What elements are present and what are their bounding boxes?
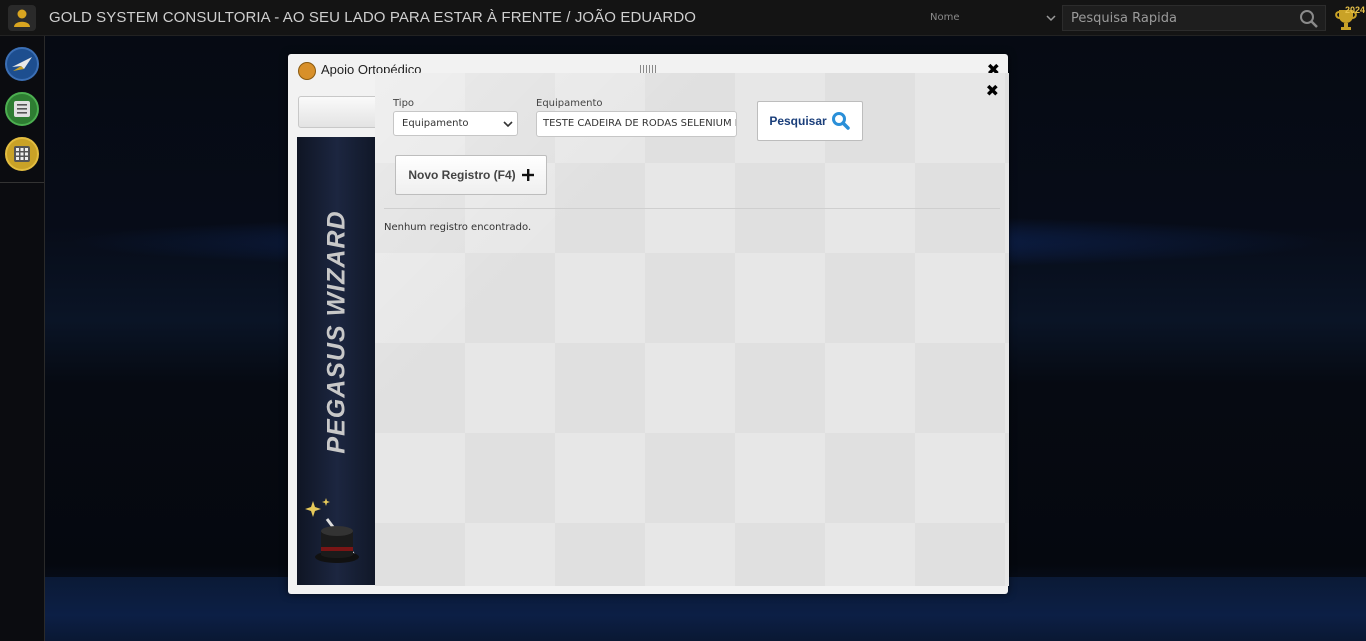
quick-search-placeholder: Pesquisa Rapida [1071, 11, 1177, 26]
sidebar-item-list[interactable] [5, 92, 39, 126]
search-dialog: ✖ Tipo Equipamento Equipamento TESTE CAD… [375, 73, 1009, 586]
equipamento-label: Equipamento [536, 98, 603, 109]
chevron-down-icon [503, 121, 513, 128]
plus-icon [521, 169, 534, 181]
novo-registro-button[interactable]: Novo Registro (F4) [395, 155, 547, 195]
sidebar-divider [0, 182, 44, 183]
equipamento-input[interactable]: TESTE CADEIRA DE RODAS SELENIUM M [536, 111, 737, 137]
quick-search-input[interactable]: Pesquisa Rapida [1062, 5, 1326, 31]
pesquisar-button-label: Pesquisar [769, 114, 827, 128]
magic-hat-icon [305, 498, 359, 563]
app-title: GOLD SYSTEM CONSULTORIA - AO SEU LADO PA… [49, 9, 697, 26]
left-sidebar [0, 36, 45, 641]
wizard-title: PEGASUS WIZARD [322, 210, 351, 454]
tipo-label: Tipo [393, 98, 415, 109]
badge-year: 2024 [1345, 5, 1365, 15]
search-field-select[interactable]: Nome [926, 7, 1058, 29]
novo-registro-button-label: Novo Registro (F4) [408, 168, 516, 182]
tipo-select[interactable]: Equipamento [393, 111, 518, 136]
chevron-down-icon [1046, 15, 1056, 22]
empty-results-message: Nenhum registro encontrado. [384, 222, 532, 233]
drag-handle[interactable] [640, 65, 656, 73]
user-icon[interactable] [8, 5, 36, 31]
window-icon [298, 62, 316, 80]
close-icon[interactable]: ✖ [986, 81, 999, 100]
search-icon [831, 112, 850, 130]
plane-icon [12, 57, 32, 71]
search-icon[interactable] [1299, 9, 1319, 29]
search-field-select-value: Nome [930, 12, 960, 23]
calculator-icon [14, 146, 30, 162]
wizard-panel: PEGASUS WIZARD [297, 137, 377, 585]
list-icon [14, 101, 30, 117]
back-dialog-field[interactable] [298, 96, 378, 128]
top-bar: GOLD SYSTEM CONSULTORIA - AO SEU LADO PA… [0, 0, 1366, 36]
divider [384, 208, 1000, 209]
tipo-select-value: Equipamento [402, 118, 469, 129]
sidebar-item-plane[interactable] [5, 47, 39, 81]
pesquisar-button[interactable]: Pesquisar [757, 101, 863, 141]
sidebar-item-calculator[interactable] [5, 137, 39, 171]
trophy-icon[interactable]: 2024 [1334, 2, 1366, 34]
